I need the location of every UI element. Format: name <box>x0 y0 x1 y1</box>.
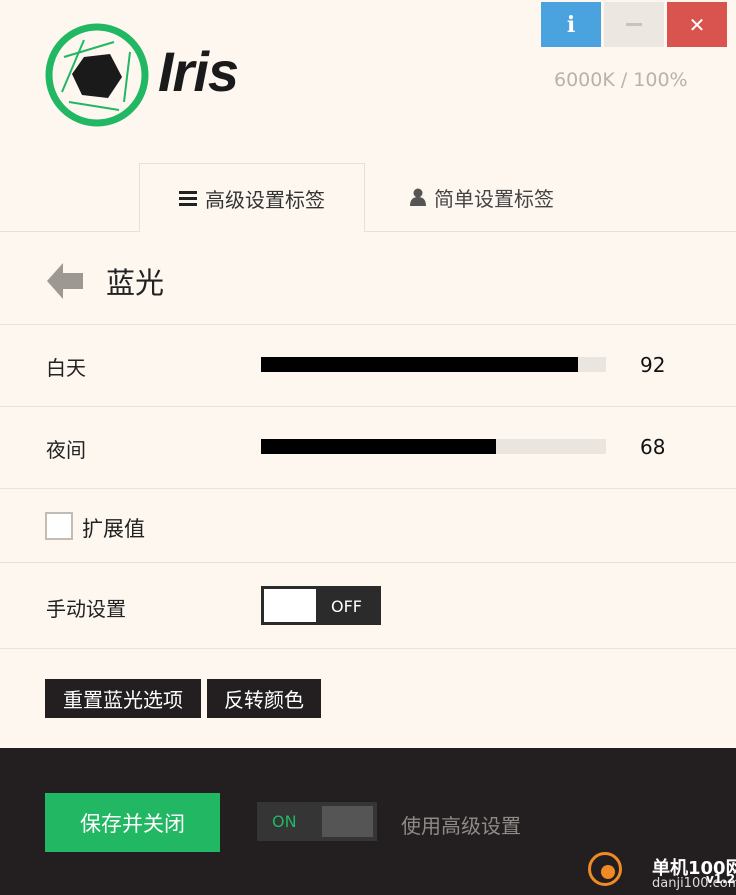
watermark: 单机100网 danji100.com v1.2.0 <box>588 852 736 895</box>
extended-values-label: 扩展值 <box>82 517 145 541</box>
arrow-left-icon[interactable] <box>45 261 85 301</box>
night-label: 夜间 <box>46 438 86 462</box>
day-slider-fill <box>261 357 579 372</box>
watermark-logo-icon <box>588 852 622 886</box>
divider <box>0 562 736 563</box>
night-value: 68 <box>640 435 666 459</box>
info-button[interactable]: i <box>541 2 601 47</box>
brand-name: Iris <box>158 40 239 103</box>
tab-simple-settings[interactable]: 简单设置标签 <box>410 163 554 231</box>
info-icon: i <box>566 11 576 38</box>
tab-advanced-settings[interactable]: 高级设置标签 <box>139 163 365 232</box>
advanced-settings-toggle[interactable]: ON <box>257 802 377 841</box>
divider <box>0 406 736 407</box>
reset-blue-light-button[interactable]: 重置蓝光选项 <box>45 679 201 718</box>
day-label: 白天 <box>46 356 86 380</box>
divider <box>0 488 736 489</box>
minimize-icon <box>626 23 642 26</box>
toggle-state: OFF <box>331 597 362 616</box>
menu-icon <box>179 190 197 206</box>
toggle-knob <box>322 806 373 837</box>
divider <box>0 648 736 649</box>
day-slider[interactable] <box>261 357 606 372</box>
tab-label: 高级设置标签 <box>205 187 325 212</box>
temperature-readout: 6000K / 100% <box>554 69 688 91</box>
manual-label: 手动设置 <box>46 597 126 621</box>
divider <box>0 324 736 325</box>
minimize-button[interactable] <box>604 2 664 47</box>
night-slider[interactable] <box>261 439 606 454</box>
invert-colors-button[interactable]: 反转颜色 <box>207 679 321 718</box>
tab-label: 简单设置标签 <box>434 186 554 211</box>
close-button[interactable]: ✕ <box>667 2 727 47</box>
day-value: 92 <box>640 353 666 377</box>
night-slider-fill <box>261 439 496 454</box>
close-icon: ✕ <box>688 12 706 37</box>
manual-toggle[interactable]: OFF <box>261 586 381 625</box>
section-title: 蓝光 <box>106 266 165 300</box>
extended-values-checkbox[interactable] <box>45 512 73 540</box>
advanced-settings-label: 使用高级设置 <box>401 814 521 838</box>
save-and-close-button[interactable]: 保存并关闭 <box>45 793 220 852</box>
toggle-knob <box>264 589 316 622</box>
user-icon <box>410 188 426 206</box>
version-label: v1.2.0 <box>706 872 736 886</box>
iris-aperture-logo-icon <box>45 23 149 127</box>
toggle-state: ON <box>272 812 297 831</box>
tab-divider <box>0 231 736 232</box>
